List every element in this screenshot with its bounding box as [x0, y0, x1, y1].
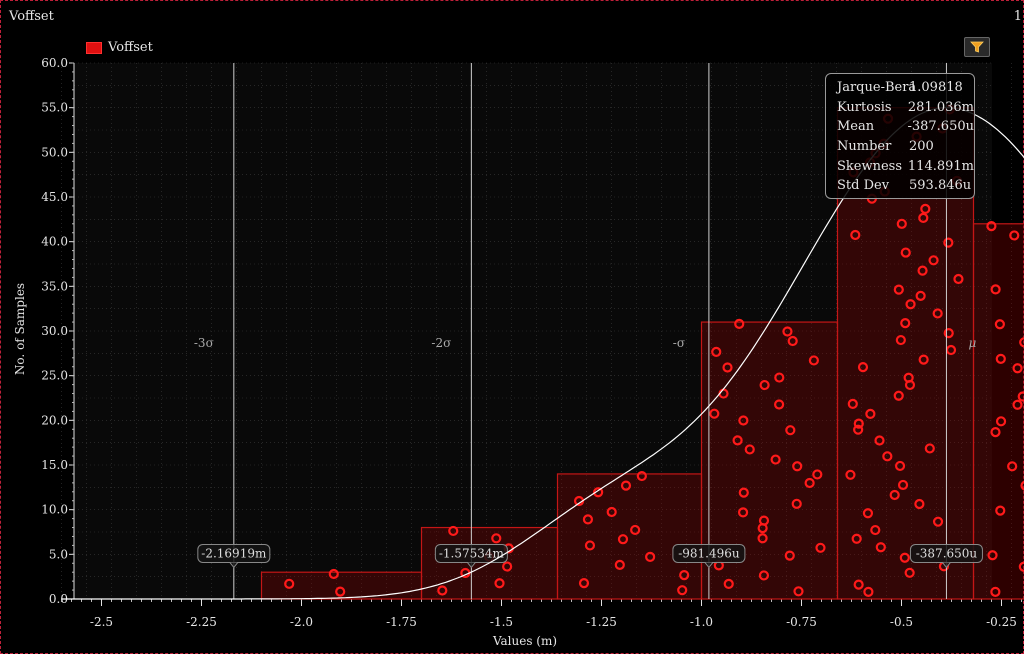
y-tick-label: 45.0	[41, 190, 68, 204]
y-tick-label: 40.0	[41, 235, 68, 249]
y-tick-label: 25.0	[41, 369, 68, 383]
histogram-bar	[556, 473, 703, 600]
sigma-value-label: -387.650u	[916, 546, 978, 560]
stats-value: 114.891m	[907, 158, 974, 174]
x-axis-title: Values (m)	[492, 634, 557, 648]
stats-row: Number 200	[837, 137, 974, 157]
x-tick-label: -0.75	[786, 615, 817, 629]
stats-row: Jarque-Bera 1.09818	[837, 78, 974, 98]
y-tick-label: 35.0	[41, 279, 68, 293]
x-tick-label: -0.5	[890, 615, 913, 629]
y-tick-label: 30.0	[41, 324, 68, 338]
stats-value: 200	[909, 139, 934, 155]
sigma-value-label: -1.57534m	[439, 546, 505, 560]
y-tick-label: 20.0	[41, 413, 68, 427]
filter-button[interactable]	[964, 37, 990, 57]
x-tick-label: -2.0	[290, 615, 313, 629]
y-tick-label: 15.0	[41, 458, 68, 472]
legend[interactable]: Voffset	[86, 40, 153, 55]
y-tick-label: 10.0	[41, 503, 68, 517]
stats-row: Std Dev 593.846u	[837, 176, 974, 196]
x-tick-label: -2.25	[186, 615, 217, 629]
stats-row: Kurtosis 281.036m	[837, 98, 974, 118]
stats-row: Mean -387.650u	[837, 117, 974, 137]
stats-key: Mean	[837, 119, 875, 135]
x-tick-label: -1.25	[586, 615, 617, 629]
stats-value: 281.036m	[907, 99, 974, 115]
sigma-label: -σ	[673, 336, 685, 350]
filter-icon	[970, 41, 984, 53]
stats-key: Number	[837, 139, 892, 155]
stats-key: Jarque-Bera	[837, 80, 917, 96]
y-tick-label: 50.0	[41, 145, 68, 159]
sigma-label: -3σ	[194, 336, 214, 350]
y-axis-title: No. of Samples	[13, 283, 27, 375]
sigma-value-label: -981.496u	[678, 546, 740, 560]
stats-value: -387.650u	[907, 119, 974, 135]
y-tick-label: 55.0	[41, 101, 68, 115]
x-tick-label: -1.0	[690, 615, 713, 629]
statistics-panel: Jarque-Bera 1.09818 Kurtosis 281.036m Mean -3…	[825, 73, 975, 199]
stats-key: Std Dev	[837, 178, 890, 194]
stats-row: Skewness 114.891m	[837, 156, 974, 176]
legend-label: Voffset	[108, 40, 153, 55]
stats-value: 593.846u	[909, 178, 972, 194]
stats-value: 1.09818	[909, 80, 963, 96]
x-tick-label: -1.75	[386, 615, 417, 629]
x-tick-label: -1.5	[490, 615, 513, 629]
sigma-label: μ	[969, 336, 977, 350]
x-tick-label: -2.5	[90, 615, 113, 629]
sigma-label: -2σ	[431, 336, 451, 350]
sigma-value-label: -2.16919m	[201, 546, 267, 560]
histogram-bar	[972, 223, 1024, 600]
legend-swatch	[86, 41, 102, 54]
stats-key: Skewness	[837, 158, 903, 174]
y-tick-label: 5.0	[49, 547, 68, 561]
stats-key: Kurtosis	[837, 99, 892, 115]
y-tick-label: 60.0	[41, 56, 68, 70]
x-tick-label: -0.25	[986, 615, 1017, 629]
